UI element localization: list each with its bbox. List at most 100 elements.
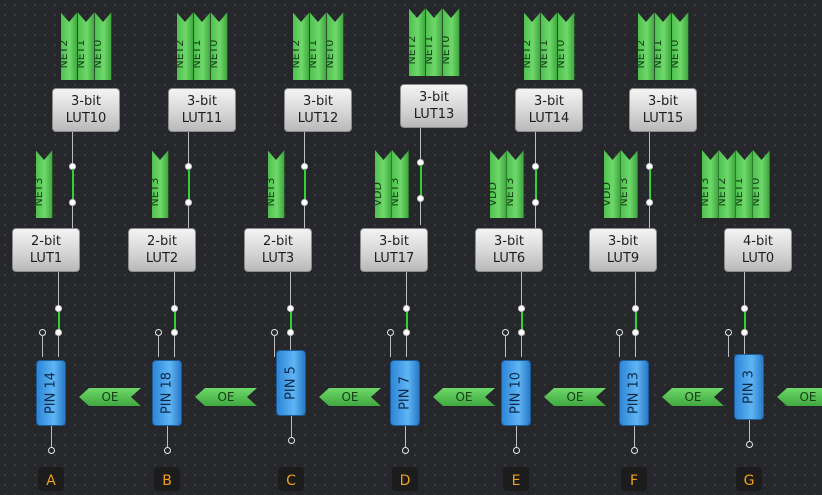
lut-block-upper-3[interactable]: 3-bit LUT13 (400, 84, 468, 128)
io-pin-1[interactable]: PIN 18 (152, 360, 182, 426)
lut-name-label: LUT6 (492, 251, 526, 266)
wire (521, 335, 522, 357)
connection-point[interactable] (47, 446, 55, 454)
wire (619, 335, 620, 357)
connection-point[interactable] (170, 304, 178, 312)
net-tag-net1[interactable]: NET1 (654, 12, 672, 80)
wire (174, 272, 175, 308)
io-pin-6[interactable]: PIN 3 (734, 354, 764, 420)
lut-bits-label: 3-bit (187, 94, 217, 109)
oe-tag[interactable]: OE (777, 388, 822, 406)
net-tag-net2[interactable]: NET2 (60, 12, 78, 80)
wire (728, 335, 729, 357)
net-tag-vdd[interactable]: VDD (604, 150, 621, 218)
connection-point[interactable] (54, 304, 62, 312)
net-tag-net2[interactable]: NET2 (719, 150, 736, 218)
net-tag-net1[interactable]: NET1 (736, 150, 753, 218)
lut-block-lower-5[interactable]: 3-bit LUT9 (589, 228, 657, 272)
lut-block-lower-4[interactable]: 3-bit LUT6 (475, 228, 543, 272)
connection-point[interactable] (286, 304, 294, 312)
net-tag-net3[interactable]: NET3 (35, 150, 53, 218)
lut-block-upper-1[interactable]: 3-bit LUT11 (168, 88, 236, 132)
wire (420, 201, 421, 225)
io-pin-5[interactable]: PIN 13 (619, 360, 649, 426)
net-tag-net0[interactable]: NET0 (210, 12, 228, 80)
oe-tag[interactable]: OE (195, 388, 257, 406)
net-tag-label: NET3 (698, 177, 711, 207)
connection-point[interactable] (740, 304, 748, 312)
lut-block-lower-1[interactable]: 2-bit LUT2 (128, 228, 196, 272)
net-tag-net3[interactable]: NET3 (621, 150, 638, 218)
wire (167, 426, 168, 448)
net-tag-net0[interactable]: NET0 (557, 12, 575, 80)
net-tag-net3[interactable]: NET3 (507, 150, 524, 218)
net-tag-net1[interactable]: NET1 (309, 12, 327, 80)
lut-block-lower-0[interactable]: 2-bit LUT1 (12, 228, 80, 272)
net-tag-vdd[interactable]: VDD (490, 150, 507, 218)
net-tag-net1[interactable]: NET1 (77, 12, 95, 80)
lut-name-label: LUT2 (145, 251, 179, 266)
lut-bits-label: 3-bit (534, 94, 564, 109)
column-label-d: D (392, 467, 418, 491)
lut-block-upper-5[interactable]: 3-bit LUT15 (629, 88, 697, 132)
wire (174, 335, 175, 357)
net-tag-net3[interactable]: NET3 (267, 150, 285, 218)
net-tag-net0[interactable]: NET0 (94, 12, 112, 80)
net-tag-net2[interactable]: NET2 (408, 8, 426, 76)
connection-point[interactable] (163, 446, 171, 454)
net-tag-net2[interactable]: NET2 (633, 12, 655, 80)
net-tag-net1[interactable]: NET1 (193, 12, 211, 80)
io-pin-0[interactable]: PIN 14 (36, 360, 66, 426)
connection-point[interactable] (517, 304, 525, 312)
net-tag-net2[interactable]: NET2 (292, 12, 310, 80)
net-tag-net1[interactable]: NET1 (540, 12, 558, 80)
connection-point[interactable] (402, 304, 410, 312)
oe-tag[interactable]: OE (79, 388, 141, 406)
wire (291, 416, 292, 438)
net-tag-net0[interactable]: NET0 (671, 12, 689, 80)
schematic-canvas: NET2 NET1 NET0 3-bit LUT10 NET3 2-bit LUT1 PIN 1… (0, 0, 822, 495)
lut-block-lower-3[interactable]: 3-bit LUT17 (360, 228, 428, 272)
lut-name-label: LUT14 (528, 111, 570, 126)
oe-tag[interactable]: OE (433, 388, 495, 406)
io-pin-2[interactable]: PIN 5 (276, 350, 306, 416)
connection-point[interactable] (401, 446, 409, 454)
oe-tag[interactable]: OE (544, 388, 606, 406)
lut-block-upper-2[interactable]: 3-bit LUT12 (284, 88, 352, 132)
oe-tag[interactable]: OE (319, 388, 381, 406)
wire (749, 420, 750, 442)
connection-point[interactable] (631, 304, 639, 312)
net-tag-vdd[interactable]: VDD (375, 150, 392, 218)
connection-point[interactable] (512, 446, 520, 454)
connection-point[interactable] (287, 436, 295, 444)
net-tag-net0[interactable]: NET0 (442, 8, 460, 76)
net-tag-label: NET2 (633, 39, 647, 69)
lut-block-upper-4[interactable]: 3-bit LUT14 (515, 88, 583, 132)
net-tag-net0[interactable]: NET0 (326, 12, 344, 80)
lut-bits-label: 3-bit (71, 94, 101, 109)
net-tag-net0[interactable]: NET0 (753, 150, 770, 218)
net-tag-net3[interactable]: NET3 (151, 150, 169, 218)
wire (420, 165, 422, 198)
lut-block-upper-0[interactable]: 3-bit LUT10 (52, 88, 120, 132)
wire (304, 169, 306, 202)
lut-block-lower-6[interactable]: 4-bit LUT0 (724, 228, 792, 272)
pin-label: PIN 7 (397, 376, 413, 410)
net-tag-net2[interactable]: NET2 (523, 12, 541, 80)
net-tag-net1[interactable]: NET1 (425, 8, 443, 76)
io-pin-3[interactable]: PIN 7 (390, 360, 420, 426)
pin-label: PIN 14 (43, 371, 59, 415)
lut-block-lower-2[interactable]: 2-bit LUT3 (244, 228, 312, 272)
connection-point[interactable] (630, 446, 638, 454)
lut-name-label: LUT17 (373, 251, 415, 266)
connection-point[interactable] (745, 440, 753, 448)
wire (521, 272, 522, 308)
wire (535, 205, 536, 229)
io-pin-4[interactable]: PIN 10 (501, 360, 531, 426)
wire (72, 169, 74, 202)
column-label-a: A (38, 467, 64, 491)
net-tag-net3[interactable]: NET3 (702, 150, 719, 218)
net-tag-net2[interactable]: NET2 (176, 12, 194, 80)
net-tag-net3[interactable]: NET3 (392, 150, 409, 218)
oe-tag[interactable]: OE (662, 388, 724, 406)
